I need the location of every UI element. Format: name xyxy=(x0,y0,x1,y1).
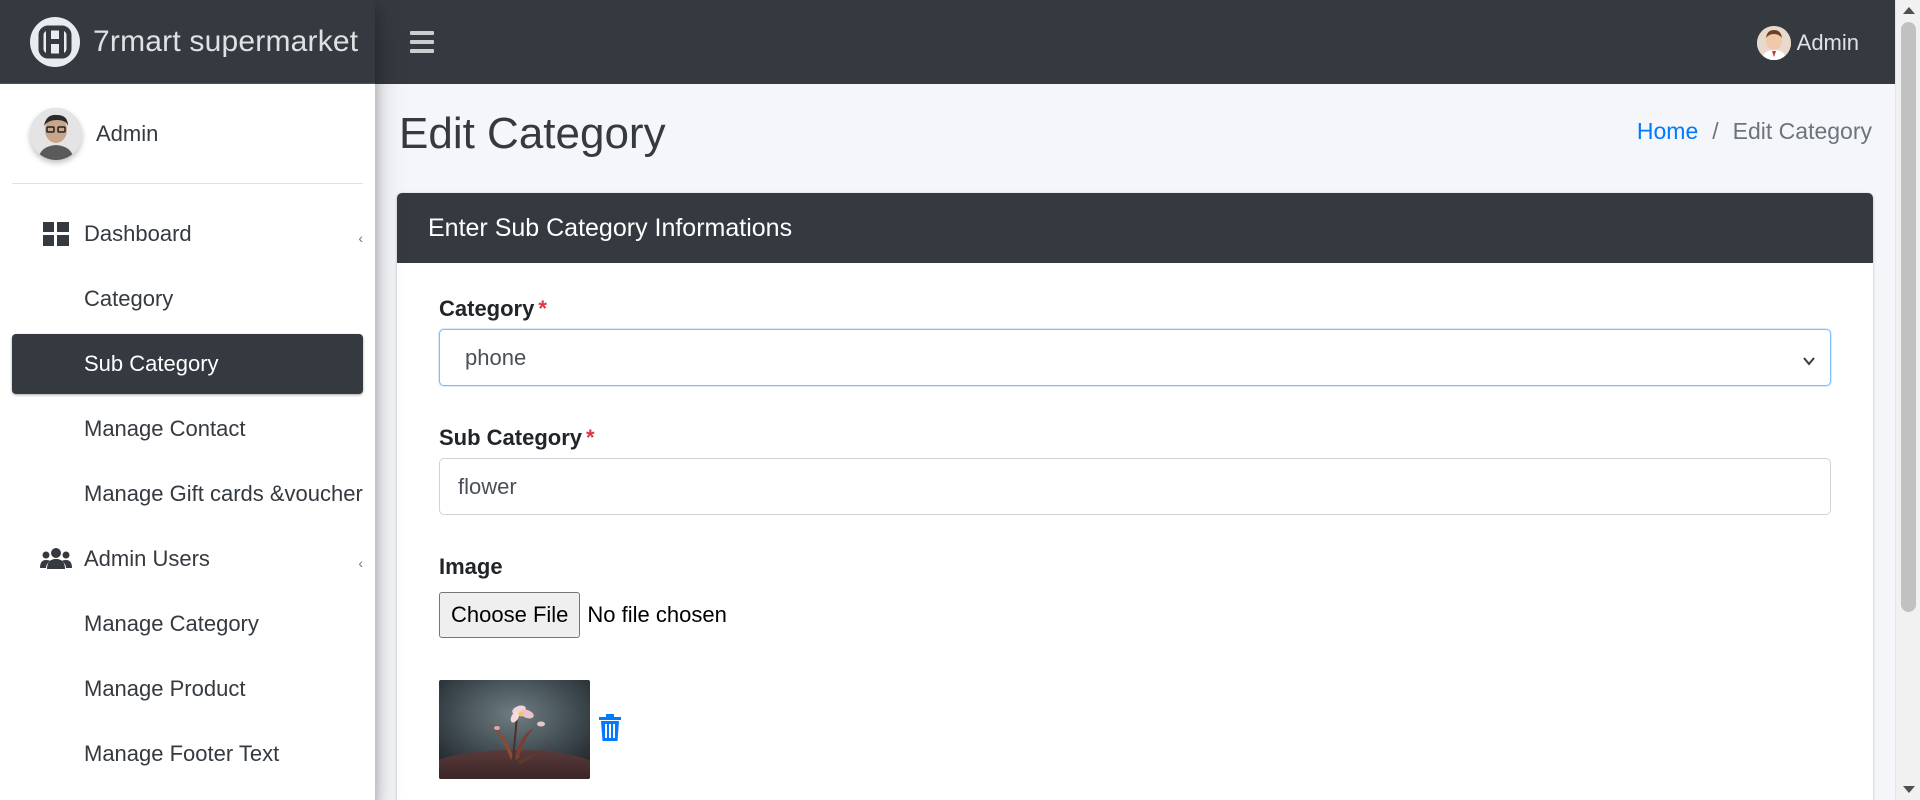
sidebar-user-panel[interactable]: Admin xyxy=(12,84,363,184)
main-sidebar: 7rmart supermarket Admin Dashboard ‹ Cat… xyxy=(0,0,375,800)
sidebar-item-label: Manage Contact xyxy=(84,416,246,441)
page-scrollbar[interactable] xyxy=(1895,0,1920,800)
breadcrumb-home-link[interactable]: Home xyxy=(1637,118,1698,145)
sidebar-item-manage-contact[interactable]: Manage Contact xyxy=(12,399,363,459)
sidebar-item-label: Category xyxy=(84,286,174,311)
sidebar-item-label: Manage Product xyxy=(84,676,246,701)
sidebar-item-label: Manage Gift cards &voucher xyxy=(84,481,363,506)
sub-category-label: Sub Category * xyxy=(439,425,595,450)
sub-category-input-value: flower xyxy=(458,473,517,499)
category-label: Category * xyxy=(439,296,547,321)
choose-file-button[interactable]: Choose File xyxy=(439,592,581,638)
file-status: No file chosen xyxy=(587,602,727,627)
required-mark: * xyxy=(586,425,595,450)
scroll-up-arrow-icon[interactable] xyxy=(1903,7,1915,14)
required-mark: * xyxy=(538,296,547,321)
card-title: Enter Sub Category Informations xyxy=(428,213,793,242)
breadcrumb-current: Edit Category xyxy=(1732,118,1872,144)
breadcrumb: Home / Edit Category xyxy=(1637,118,1872,145)
file-input: Choose File No file chosen xyxy=(439,592,727,638)
brand-name: 7rmart supermarket xyxy=(93,24,359,58)
scroll-down-arrow-icon[interactable] xyxy=(1903,786,1915,793)
sub-category-form-card: Enter Sub Category Informations Category… xyxy=(397,193,1873,800)
sub-category-input[interactable]: flower xyxy=(439,458,1831,515)
image-form-group: Image Choose File No file chosen xyxy=(439,554,1831,638)
top-navbar: Admin xyxy=(375,0,1895,84)
brand-link[interactable]: 7rmart supermarket xyxy=(0,0,375,84)
content-header: Edit Category Home / Edit Category xyxy=(399,104,1872,164)
sidebar-item-manage-category[interactable]: Manage Category xyxy=(12,594,363,654)
brand-logo-icon xyxy=(30,16,80,67)
sidebar-item-label: Dashboard xyxy=(84,221,192,246)
category-select-value: phone xyxy=(465,344,527,370)
image-thumbnail xyxy=(439,680,590,779)
hamburger-icon[interactable] xyxy=(410,31,434,53)
top-user-name: Admin xyxy=(1796,30,1859,55)
top-user-menu[interactable]: Admin xyxy=(1756,26,1859,60)
trash-icon[interactable] xyxy=(598,714,622,742)
sidebar-item-category[interactable]: Category xyxy=(12,269,363,329)
card-header: Enter Sub Category Informations xyxy=(397,193,1873,263)
dashboard-grid-icon xyxy=(40,222,72,246)
sidebar-item-admin-users[interactable]: Admin Users ‹ xyxy=(12,529,363,589)
sidebar-item-label: Admin Users xyxy=(84,546,210,571)
sidebar-item-manage-footer-text[interactable]: Manage Footer Text xyxy=(12,724,363,784)
sidebar-item-manage-product[interactable]: Manage Product xyxy=(12,659,363,719)
sidebar-item-label: Sub Category xyxy=(84,351,219,376)
sidebar-item-label: Manage Category xyxy=(84,611,259,636)
sidebar-item-label: Manage Footer Text xyxy=(84,741,280,766)
avatar xyxy=(30,107,82,160)
sidebar-item-manage-gift-cards[interactable]: Manage Gift cards &voucher xyxy=(12,464,363,524)
scrollbar-thumb[interactable] xyxy=(1901,22,1916,612)
category-form-group: Category * phone xyxy=(439,296,1831,386)
sidebar-item-dashboard[interactable]: Dashboard ‹ xyxy=(12,204,363,264)
sub-category-form-group: Sub Category * flower xyxy=(439,425,1831,515)
chevron-left-icon: ‹ xyxy=(358,230,363,246)
sidebar-nav: Dashboard ‹ Category Sub Category Manage… xyxy=(0,184,375,784)
sidebar-item-sub-category[interactable]: Sub Category xyxy=(12,334,363,394)
chevron-down-icon xyxy=(1802,348,1816,374)
users-icon xyxy=(40,547,72,571)
breadcrumb-separator: / xyxy=(1712,118,1719,144)
image-label: Image xyxy=(439,554,503,579)
sidebar-user-name: Admin xyxy=(96,120,159,146)
avatar xyxy=(1756,26,1791,60)
chevron-left-icon: ‹ xyxy=(358,555,363,571)
category-select[interactable]: phone xyxy=(439,329,1831,386)
